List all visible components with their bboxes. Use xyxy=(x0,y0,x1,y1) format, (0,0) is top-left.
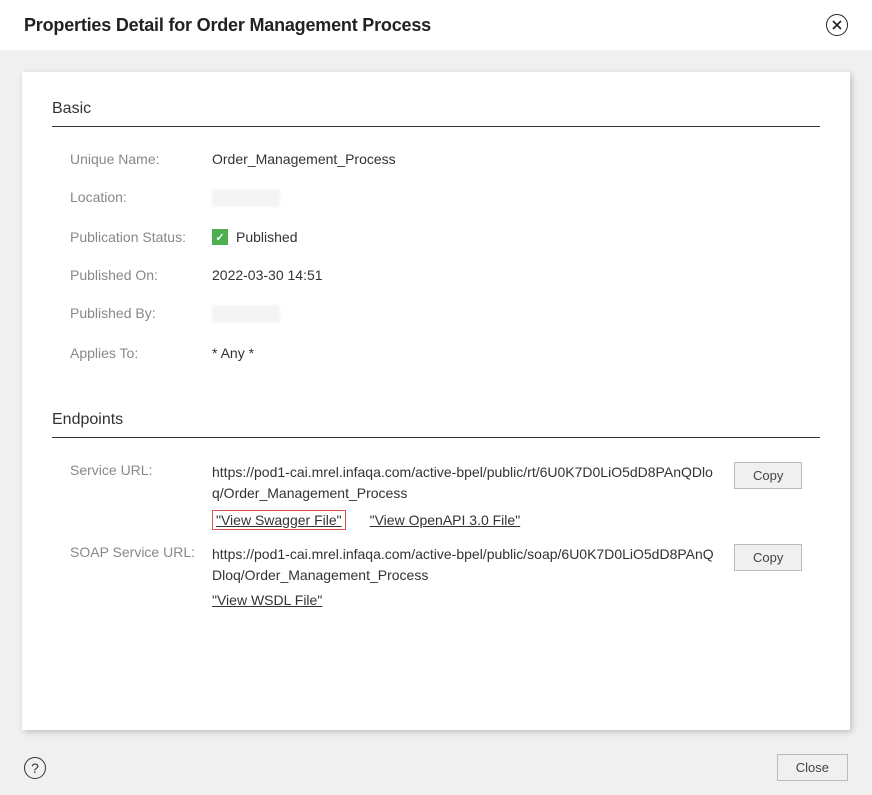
dialog-header: Properties Detail for Order Management P… xyxy=(0,0,872,50)
soap-url-label: SOAP Service URL: xyxy=(70,544,212,618)
field-published-on: Published On: 2022-03-30 14:51 xyxy=(52,267,820,283)
field-unique-name: Unique Name: Order_Management_Process xyxy=(52,151,820,167)
copy-service-url-button[interactable]: Copy xyxy=(734,462,802,489)
field-location: Location: xyxy=(52,189,820,207)
basic-heading: Basic xyxy=(52,100,820,118)
service-url-label: Service URL: xyxy=(70,462,212,540)
published-on-value: 2022-03-30 14:51 xyxy=(212,267,323,283)
unique-name-value: Order_Management_Process xyxy=(212,151,396,167)
location-label: Location: xyxy=(70,189,212,207)
copy-soap-url-button[interactable]: Copy xyxy=(734,544,802,571)
copy-column: Copy xyxy=(734,462,820,540)
soap-url-value: https://pod1-cai.mrel.infaqa.com/active-… xyxy=(212,544,722,586)
content-card: Basic Unique Name: Order_Management_Proc… xyxy=(22,72,850,730)
dialog-footer: ? Close xyxy=(0,744,872,795)
field-applies-to: Applies To: * Any * xyxy=(52,345,820,361)
service-url-value: https://pod1-cai.mrel.infaqa.com/active-… xyxy=(212,462,722,504)
dialog-body: Basic Unique Name: Order_Management_Proc… xyxy=(0,50,872,752)
published-by-value xyxy=(212,305,280,323)
published-on-label: Published On: xyxy=(70,267,212,283)
endpoint-soap-url: SOAP Service URL: https://pod1-cai.mrel.… xyxy=(52,544,820,618)
field-publication-status: Publication Status: ✓ Published xyxy=(52,229,820,245)
publication-status-value: ✓ Published xyxy=(212,229,298,245)
view-wsdl-link[interactable]: "View WSDL File" xyxy=(212,592,322,608)
redacted-value xyxy=(212,305,280,323)
publication-status-text: Published xyxy=(236,229,298,245)
publication-status-label: Publication Status: xyxy=(70,229,212,245)
soap-url-content: https://pod1-cai.mrel.infaqa.com/active-… xyxy=(212,544,734,618)
applies-to-value: * Any * xyxy=(212,345,254,361)
endpoints-heading: Endpoints xyxy=(52,411,820,429)
redacted-value xyxy=(212,189,280,207)
view-openapi-link[interactable]: "View OpenAPI 3.0 File" xyxy=(370,512,521,528)
applies-to-label: Applies To: xyxy=(70,345,212,361)
check-icon: ✓ xyxy=(212,229,228,245)
published-by-label: Published By: xyxy=(70,305,212,323)
endpoint-service-url: Service URL: https://pod1-cai.mrel.infaq… xyxy=(52,462,820,540)
endpoints-section: Endpoints Service URL: https://pod1-cai.… xyxy=(52,411,820,618)
soap-url-links: "View WSDL File" xyxy=(212,592,722,608)
close-button[interactable]: Close xyxy=(777,754,848,781)
location-value xyxy=(212,189,280,207)
help-icon[interactable]: ? xyxy=(24,757,46,779)
service-url-content: https://pod1-cai.mrel.infaqa.com/active-… xyxy=(212,462,734,540)
unique-name-label: Unique Name: xyxy=(70,151,212,167)
copy-column: Copy xyxy=(734,544,820,618)
divider xyxy=(52,126,820,127)
dialog-title: Properties Detail for Order Management P… xyxy=(24,15,431,36)
service-url-links: "View Swagger File" "View OpenAPI 3.0 Fil… xyxy=(212,510,722,530)
view-swagger-highlight: "View Swagger File" xyxy=(212,510,346,530)
field-published-by: Published By: xyxy=(52,305,820,323)
view-swagger-link[interactable]: "View Swagger File" xyxy=(216,512,342,528)
divider xyxy=(52,437,820,438)
close-icon[interactable] xyxy=(826,14,848,36)
